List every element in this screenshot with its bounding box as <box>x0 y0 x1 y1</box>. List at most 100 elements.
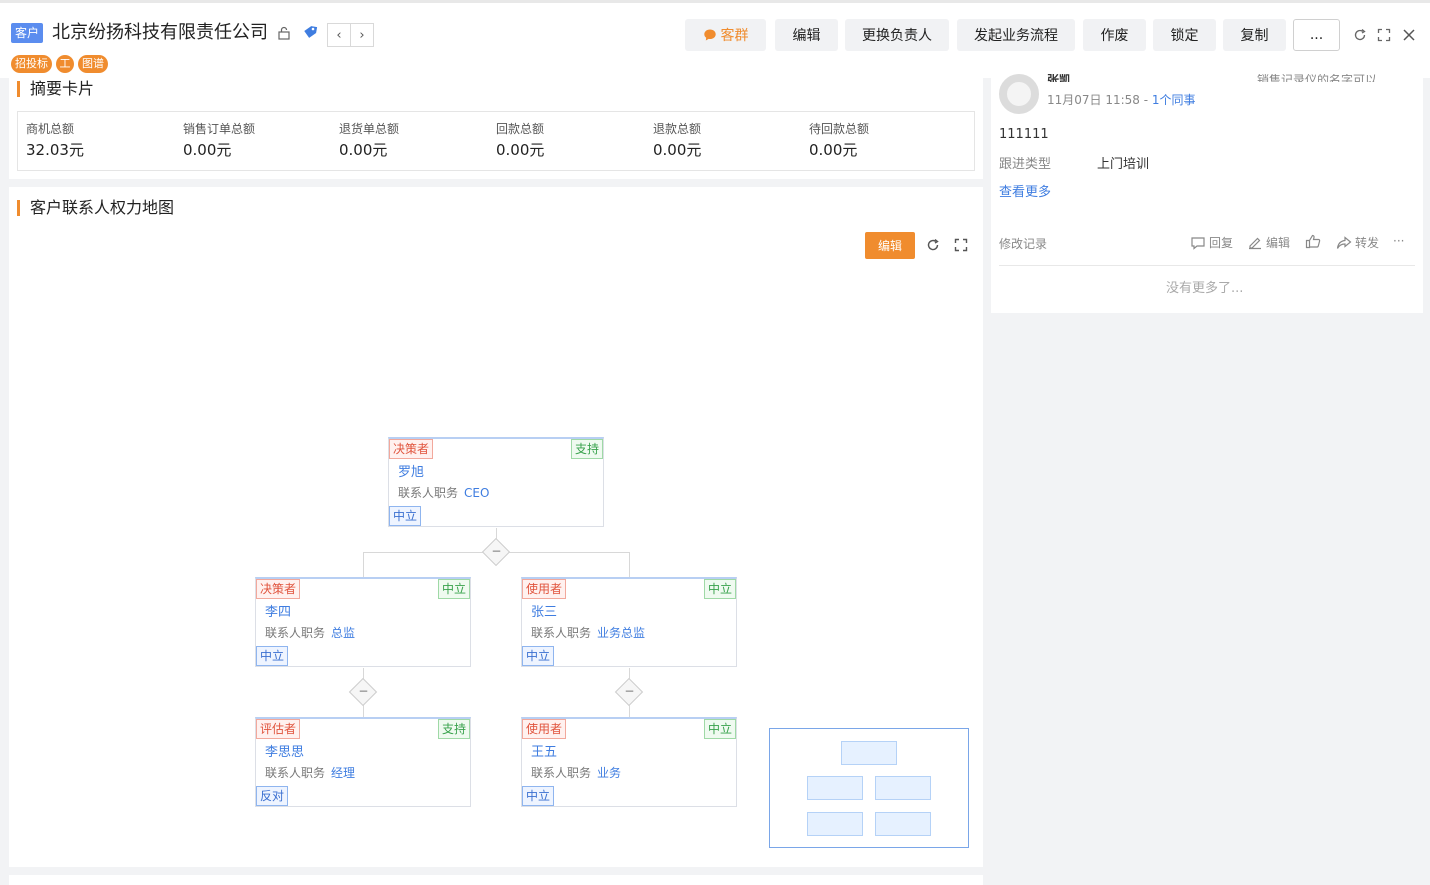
like-action[interactable] <box>1305 234 1322 249</box>
contact-name[interactable]: 张三 <box>531 605 557 621</box>
summary-item: 回款总额 0.00元 <box>496 122 545 159</box>
lock-button[interactable]: 锁定 <box>1153 19 1216 51</box>
summary-item: 退货单总额 0.00元 <box>339 122 400 159</box>
stance-badge: 中立 <box>522 786 555 806</box>
post-label: 联系人职务 业务总监 <box>531 626 646 640</box>
tag-list: 招投标 工 图谱 <box>11 55 108 73</box>
comment-icon <box>1191 236 1205 250</box>
page-title: 北京纷扬科技有限责任公司 <box>52 22 268 43</box>
tag-icon[interactable] <box>301 24 319 42</box>
unlock-icon[interactable] <box>275 24 293 42</box>
edit-history-link[interactable]: 修改记录 <box>999 235 1047 252</box>
next-record-button[interactable]: › <box>350 23 374 47</box>
edit-action[interactable]: 编辑 <box>1247 234 1290 251</box>
minimap-node <box>807 776 863 800</box>
colleagues-link[interactable]: 1个同事 <box>1152 93 1196 107</box>
divider <box>999 265 1415 266</box>
post-value: 业务总监 <box>597 626 646 640</box>
power-map-title: 客户联系人权力地图 <box>17 200 174 216</box>
refresh-icon[interactable] <box>1351 26 1369 44</box>
summary-item: 待回款总额 0.00元 <box>809 122 870 159</box>
no-more-text: 没有更多了... <box>1166 281 1244 296</box>
forward-action[interactable]: 转发 <box>1336 234 1379 251</box>
minimap-node <box>807 812 863 836</box>
contact-name[interactable]: 李四 <box>265 605 291 621</box>
fullscreen-icon[interactable] <box>1375 26 1393 44</box>
group-chat-button[interactable]: 客群 <box>685 19 766 51</box>
thumbs-up-icon <box>1305 234 1321 249</box>
edit-map-button[interactable]: 编辑 <box>865 232 915 259</box>
post-value: 业务 <box>597 766 622 780</box>
contact-node[interactable]: 使用者 中立 张三 联系人职务 业务总监 中立 <box>521 577 737 667</box>
feed-meta: 11月07日 11:58 - 1个同事 <box>1047 93 1196 107</box>
post-value: 经理 <box>331 766 356 780</box>
chat-bubble-icon <box>703 29 716 41</box>
post-value: CEO <box>464 486 490 500</box>
post-label: 联系人职务 经理 <box>265 766 356 780</box>
attitude-badge: 支持 <box>437 719 470 739</box>
summary-card: 商机总额 32.03元 销售订单总额 0.00元 退货单总额 0.00元 回款总… <box>17 111 975 171</box>
feed-content: 111111 <box>999 127 1049 142</box>
role-badge: 评估者 <box>256 719 301 739</box>
object-type-badge: 客户 <box>11 23 44 43</box>
attitude-badge: 中立 <box>703 719 736 739</box>
post-label: 联系人职务 CEO <box>398 486 490 500</box>
contact-name[interactable]: 王五 <box>531 745 557 761</box>
copy-button[interactable]: 复制 <box>1223 19 1286 51</box>
prev-record-button[interactable]: ‹ <box>327 23 351 47</box>
reply-action[interactable]: 回复 <box>1190 234 1233 251</box>
avatar[interactable] <box>999 74 1039 114</box>
minimap-node <box>875 812 931 836</box>
feed-header-note: 销售记录仪的名字可以... <box>1257 74 1389 82</box>
attitude-badge: 支持 <box>570 439 603 459</box>
tag-graph[interactable]: 图谱 <box>78 55 108 73</box>
post-value: 总监 <box>331 626 356 640</box>
summary-item: 商机总额 32.03元 <box>26 122 84 159</box>
stance-badge: 中立 <box>522 646 555 666</box>
detail-header: 客户 北京纷扬科技有限责任公司 ‹ › 招投标 工 图谱 客群 编辑 更换负责人… <box>0 0 1430 78</box>
stance-badge: 中立 <box>389 506 422 526</box>
refresh-map-icon[interactable] <box>924 236 942 254</box>
start-process-button[interactable]: 发起业务流程 <box>957 19 1075 51</box>
tag-business[interactable]: 工 <box>56 55 74 73</box>
contact-node[interactable]: 使用者 中立 王五 联系人职务 业务 中立 <box>521 717 737 807</box>
feed-author[interactable]: 张凯 <box>1047 74 1071 82</box>
next-section-panel <box>9 875 983 885</box>
role-badge: 使用者 <box>522 719 567 739</box>
fullscreen-map-icon[interactable] <box>952 236 970 254</box>
connector <box>363 552 364 578</box>
attitude-badge: 中立 <box>437 579 470 599</box>
more-button[interactable]: ... <box>1293 19 1340 51</box>
stance-badge: 反对 <box>256 786 289 806</box>
post-label: 联系人职务 总监 <box>265 626 356 640</box>
edit-button[interactable]: 编辑 <box>775 19 838 51</box>
see-more-link[interactable]: 查看更多 <box>999 181 1051 200</box>
contact-node[interactable]: 决策者 中立 李四 联系人职务 总监 中立 <box>255 577 471 667</box>
role-badge: 使用者 <box>522 579 567 599</box>
share-icon <box>1336 235 1352 249</box>
follow-type-label: 跟进类型 <box>999 157 1052 172</box>
feed-time: 11月07日 11:58 <box>1047 93 1140 107</box>
connector <box>629 552 630 578</box>
contact-node[interactable]: 评估者 支持 李思思 联系人职务 经理 反对 <box>255 717 471 807</box>
pencil-icon <box>1249 237 1261 249</box>
change-owner-button[interactable]: 更换负责人 <box>845 19 949 51</box>
contact-node[interactable]: 决策者 支持 罗旭 联系人职务 CEO 中立 <box>388 437 604 527</box>
follow-type-value: 上门培训 <box>1097 157 1150 172</box>
minimap-node <box>875 776 931 800</box>
summary-item: 退款总额 0.00元 <box>653 122 702 159</box>
role-badge: 决策者 <box>256 579 301 599</box>
role-badge: 决策者 <box>389 439 434 459</box>
tag-bidding[interactable]: 招投标 <box>11 55 52 73</box>
more-action[interactable]: ··· <box>1393 234 1404 248</box>
contact-name[interactable]: 罗旭 <box>398 465 424 481</box>
post-label: 联系人职务 业务 <box>531 766 622 780</box>
minimap[interactable] <box>769 728 969 848</box>
void-button[interactable]: 作废 <box>1083 19 1146 51</box>
minimap-node <box>841 741 897 765</box>
contact-name[interactable]: 李思思 <box>265 745 304 761</box>
close-icon[interactable] <box>1400 26 1418 44</box>
summary-card-title: 摘要卡片 <box>17 81 94 97</box>
stance-badge: 中立 <box>256 646 289 666</box>
attitude-badge: 中立 <box>703 579 736 599</box>
